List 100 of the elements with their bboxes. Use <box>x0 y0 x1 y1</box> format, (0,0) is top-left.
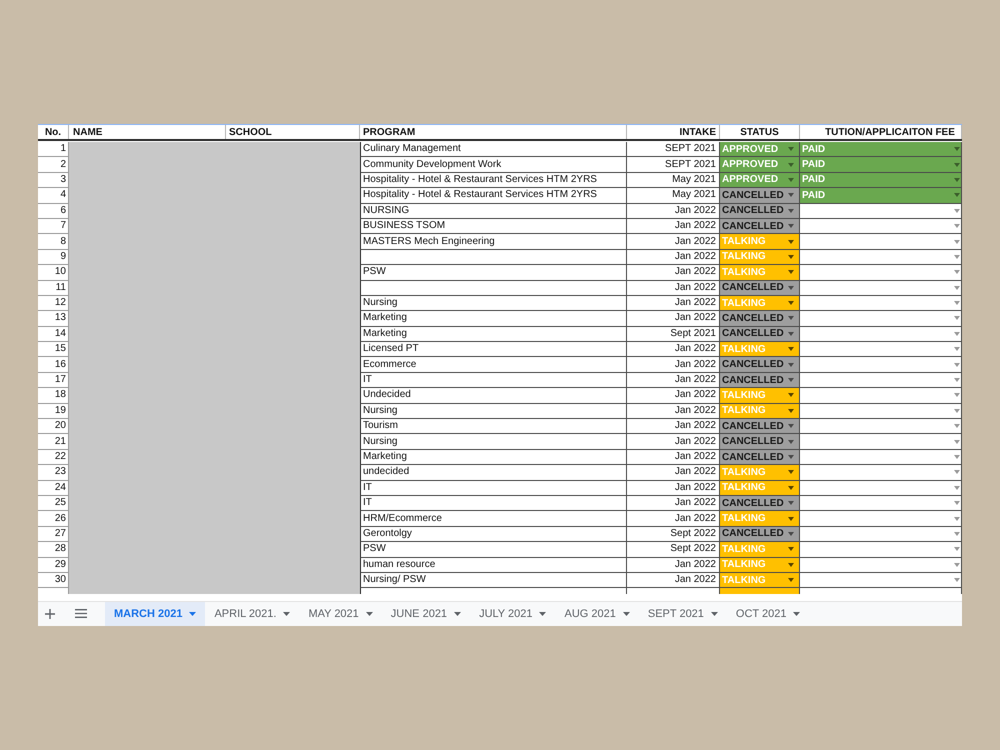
fee-dropdown[interactable]: PAID <box>800 188 962 204</box>
fee-dropdown[interactable] <box>800 234 962 250</box>
status-dropdown[interactable]: CANCELLED <box>720 372 800 388</box>
fee-dropdown[interactable] <box>800 450 962 466</box>
table-cell: SEPT 2021 <box>665 158 716 171</box>
fee-dropdown[interactable]: PAID <box>800 172 962 188</box>
fee-dropdown[interactable] <box>800 311 962 327</box>
fee-dropdown[interactable] <box>800 558 962 573</box>
caret-icon <box>366 612 373 616</box>
sheet-tab[interactable]: MARCH 2021 <box>105 602 206 626</box>
row-number: 14 <box>54 328 66 340</box>
menu-icon[interactable] <box>75 609 87 618</box>
row-number: 11 <box>56 282 66 294</box>
status-dropdown[interactable]: APPROVED <box>720 172 800 188</box>
caret-icon <box>788 532 794 536</box>
fee-dropdown[interactable] <box>800 511 962 527</box>
row-number: 7 <box>60 220 66 232</box>
fee-dropdown[interactable] <box>800 296 962 312</box>
status-dropdown[interactable]: CANCELLED <box>720 311 800 327</box>
status-dropdown[interactable]: APPROVED <box>720 157 800 173</box>
fee-dropdown[interactable] <box>800 404 962 420</box>
fee-dropdown[interactable] <box>800 280 962 296</box>
caret-icon <box>954 562 960 567</box>
fee-dropdown[interactable] <box>800 572 962 588</box>
caret-icon <box>954 424 960 428</box>
row-number: 10 <box>54 266 66 278</box>
status-dropdown[interactable]: CANCELLED <box>720 496 800 512</box>
table-cell: IT <box>363 497 372 510</box>
sheet-tab[interactable]: AUG 2021 <box>555 602 639 626</box>
fee-dropdown[interactable] <box>800 419 962 434</box>
table-cell: Jan 2022 <box>674 466 716 478</box>
caret-icon <box>954 455 960 459</box>
table-cell: Hospitality - Hotel & Restaurant Services HTM 2YRS <box>363 174 597 186</box>
table-cell: Gerontolgy <box>363 528 412 540</box>
fee-dropdown[interactable] <box>800 372 962 388</box>
sheet-tab[interactable]: JUNE 2021 <box>382 602 470 626</box>
fee-dropdown[interactable] <box>800 434 962 450</box>
status-dropdown[interactable]: CANCELLED <box>720 526 800 542</box>
fee-dropdown[interactable] <box>800 388 962 404</box>
fee-dropdown[interactable] <box>800 542 962 558</box>
caret-icon <box>788 393 794 398</box>
status-dropdown[interactable]: CANCELLED <box>720 188 800 204</box>
caret-icon <box>788 240 794 244</box>
table-cell: human resource <box>363 558 436 571</box>
table-cell: Jan 2022 <box>674 358 716 371</box>
table-cell: SEPT 2021 <box>665 143 716 156</box>
fee-dropdown[interactable]: PAID <box>800 157 962 173</box>
fee-dropdown[interactable] <box>800 342 962 358</box>
fee-dropdown[interactable] <box>800 250 962 266</box>
caret-icon <box>710 612 718 616</box>
table-cell: IT <box>363 374 372 386</box>
fee-dropdown[interactable] <box>800 357 962 373</box>
fee-dropdown[interactable] <box>800 204 962 219</box>
caret-icon <box>954 378 960 382</box>
status-dropdown[interactable]: CANCELLED <box>720 326 800 342</box>
table-cell: Jan 2022 <box>674 389 716 402</box>
status-dropdown[interactable]: CANCELLED <box>720 204 800 219</box>
column-header: TUTION/APPLICAITON FEE <box>825 126 955 138</box>
caret-icon <box>788 362 794 367</box>
sheet-tab[interactable]: MAY 2021 <box>299 602 382 626</box>
sheet-tab[interactable]: OCT 2021 <box>726 602 810 626</box>
sheet-tab[interactable]: SEPT 2021 <box>638 602 727 626</box>
table-cell: Jan 2022 <box>674 374 716 386</box>
status-dropdown[interactable]: CANCELLED <box>720 357 800 373</box>
fee-dropdown[interactable] <box>800 480 962 496</box>
caret-icon <box>788 316 794 320</box>
fee-dropdown[interactable] <box>800 526 962 542</box>
sheet-tab[interactable]: APRIL 2021. <box>205 602 300 626</box>
status-dropdown[interactable]: APPROVED <box>720 142 800 158</box>
status-dropdown[interactable]: CANCELLED <box>720 419 800 434</box>
caret-icon <box>788 254 794 259</box>
caret-icon <box>954 193 960 198</box>
fee-dropdown[interactable] <box>800 326 962 342</box>
caret-icon <box>622 612 630 616</box>
caret-icon <box>954 178 960 182</box>
plus-icon[interactable] <box>45 608 55 619</box>
table-cell: Ecommerce <box>363 358 416 371</box>
row-number: 29 <box>54 558 66 571</box>
caret-icon <box>189 612 196 616</box>
caret-icon <box>788 224 794 228</box>
fee-dropdown[interactable] <box>800 496 962 512</box>
caret-icon <box>954 347 960 352</box>
row-number: 12 <box>54 297 66 310</box>
row-number: 9 <box>60 250 66 263</box>
sheet-tab[interactable]: JULY 2021 <box>470 602 556 626</box>
fee-dropdown[interactable]: PAID <box>800 142 962 158</box>
table-cell: Jan 2022 <box>674 512 716 525</box>
fee-dropdown[interactable] <box>800 465 962 481</box>
status-dropdown[interactable]: CANCELLED <box>720 450 800 466</box>
table-cell: Jan 2022 <box>674 558 716 571</box>
status-dropdown[interactable]: CANCELLED <box>720 280 800 296</box>
fee-dropdown[interactable] <box>800 218 962 234</box>
table-cell: BUSINESS TSOM <box>363 220 446 232</box>
status-dropdown[interactable]: CANCELLED <box>720 218 800 234</box>
caret-icon <box>954 332 960 336</box>
caret-icon <box>954 408 960 413</box>
fee-dropdown[interactable] <box>800 265 962 281</box>
row-number: 15 <box>54 343 66 356</box>
status-dropdown[interactable]: CANCELLED <box>720 434 800 450</box>
table-cell: Marketing <box>363 312 407 324</box>
